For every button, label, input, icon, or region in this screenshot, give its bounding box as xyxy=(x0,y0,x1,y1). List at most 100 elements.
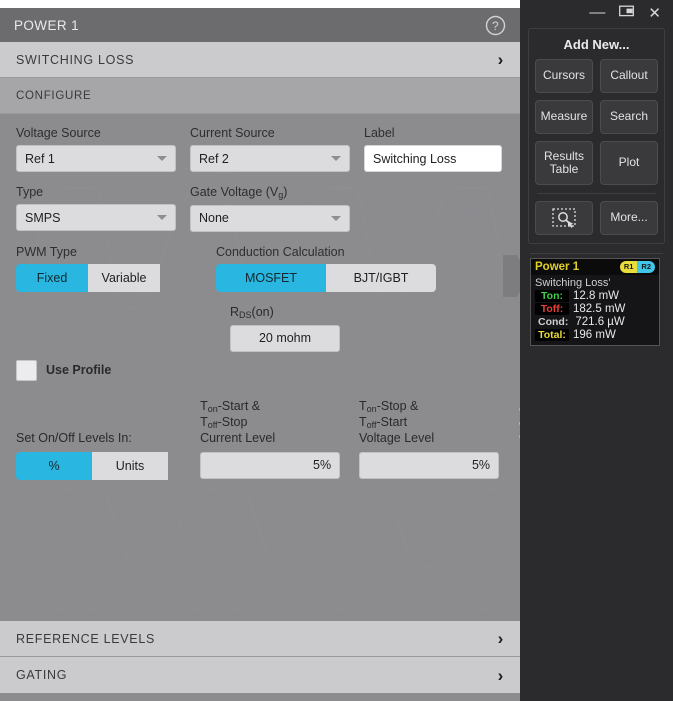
type-value: SMPS xyxy=(25,211,60,225)
add-new-secondary-grid: More... xyxy=(535,201,658,235)
current-source-label: Current Source xyxy=(190,126,350,140)
badge-body: Switching Loss' Ton: 12.8 mW Toff: 182.5… xyxy=(531,275,659,345)
total-value: 196 mW xyxy=(573,329,616,341)
voltage-level-l1-main: T xyxy=(359,399,367,413)
measurement-badge[interactable]: Power 1 R1 R2 Switching Loss' Ton: 12.8 … xyxy=(530,258,660,346)
source-chips: R1 R2 xyxy=(620,261,655,272)
panel-title-bar: POWER 1 ? xyxy=(0,8,520,42)
results-table-button[interactable]: Results Table xyxy=(535,141,593,185)
set-levels-in-label: Set On/Off Levels In: xyxy=(16,399,186,447)
set-levels-in-field: Set On/Off Levels In: % Units xyxy=(16,399,186,480)
window-controls: — ✕ xyxy=(520,0,673,26)
chevron-right-icon: › xyxy=(498,667,504,684)
add-new-panel: Add New... Cursors Callout Measure Searc… xyxy=(528,28,665,244)
current-level-l1-main: T xyxy=(200,399,208,413)
voltage-level-field: Ton-Stop &Toff-StartVoltage Level 5% xyxy=(359,399,504,480)
chevron-right-icon: › xyxy=(498,51,504,68)
pwm-type-field: PWM Type Fixed Variable xyxy=(16,245,176,292)
conduction-calculation-toggle: MOSFET BJT/IGBT xyxy=(216,264,436,292)
badge-row-cond: Cond: 721.6 µW xyxy=(535,316,655,328)
section-reference-levels-label: REFERENCE LEVELS xyxy=(16,632,155,646)
levels-row: Set On/Off Levels In: % Units Ton-Start … xyxy=(16,399,504,480)
pwm-type-option-fixed[interactable]: Fixed xyxy=(16,264,88,292)
use-profile-checkbox[interactable] xyxy=(16,360,37,381)
svg-text:?: ? xyxy=(492,19,499,33)
rds-on-input[interactable]: 20 mohm xyxy=(230,325,340,352)
voltage-level-input[interactable]: 5% xyxy=(359,452,499,479)
help-circle-icon[interactable]: ? xyxy=(485,15,506,36)
conduction-calculation-field: Conduction Calculation MOSFET BJT/IGBT xyxy=(216,245,436,292)
gate-voltage-label: Gate Voltage (Vg) xyxy=(190,185,350,200)
current-level-value: 5% xyxy=(313,458,331,472)
page-title: POWER 1 xyxy=(14,18,79,33)
rds-row: RDS(on) 20 mohm xyxy=(16,305,504,352)
cond-value: 721.6 µW xyxy=(575,316,624,328)
more-button[interactable]: More... xyxy=(600,201,658,235)
label-field-label: Label xyxy=(364,126,502,140)
plot-button[interactable]: Plot xyxy=(600,141,658,185)
zoom-box-icon-button[interactable] xyxy=(535,201,593,235)
conduction-option-mosfet[interactable]: MOSFET xyxy=(216,264,326,292)
rds-on-label: RDS(on) xyxy=(230,305,340,320)
sidebar-divider xyxy=(537,193,656,194)
use-profile-label: Use Profile xyxy=(46,363,111,377)
voltage-level-l3: Voltage Level xyxy=(359,431,434,445)
badge-row-ton: Ton: 12.8 mW xyxy=(535,290,655,302)
current-level-input[interactable]: 5% xyxy=(200,452,340,479)
ton-tag: Ton: xyxy=(535,290,569,302)
current-source-field: Current Source Ref 2 xyxy=(190,126,350,172)
sidebar-divider-2 xyxy=(530,253,663,254)
use-profile-checkbox-row[interactable]: Use Profile xyxy=(16,360,111,381)
rds-on-value: 20 mohm xyxy=(259,331,311,345)
callout-button[interactable]: Callout xyxy=(600,59,658,93)
voltage-level-l1-end: -Stop & xyxy=(377,399,419,413)
cursors-button[interactable]: Cursors xyxy=(535,59,593,93)
pwm-conduction-row: PWM Type Fixed Variable Conduction Calcu… xyxy=(16,245,504,292)
badge-row-total: Total: 196 mW xyxy=(535,329,655,341)
set-levels-option-percent[interactable]: % xyxy=(16,452,92,480)
measure-button[interactable]: Measure xyxy=(535,100,593,134)
section-gating[interactable]: GATING › xyxy=(0,657,520,693)
sources-row: Voltage Source Ref 1 Current Source Ref … xyxy=(16,126,504,172)
conduction-calculation-label: Conduction Calculation xyxy=(216,245,436,259)
section-configure-label: CONFIGURE xyxy=(16,90,91,102)
total-tag: Total: xyxy=(535,329,569,341)
chevron-down-icon xyxy=(157,156,167,161)
pwm-type-toggle: Fixed Variable xyxy=(16,264,176,292)
current-source-value: Ref 2 xyxy=(199,152,229,166)
voltage-level-l1-sub: on xyxy=(367,404,377,414)
section-gating-label: GATING xyxy=(16,668,67,682)
current-level-field: Ton-Start &Toff-StopCurrent Level 5% xyxy=(200,399,345,480)
search-button[interactable]: Search xyxy=(600,100,658,134)
rds-on-label-main: R xyxy=(230,305,239,319)
gate-voltage-value: None xyxy=(199,211,229,225)
voltage-source-select[interactable]: Ref 1 xyxy=(16,145,176,172)
current-level-l1-sub: on xyxy=(208,404,218,414)
rds-on-label-sub: DS xyxy=(239,310,252,320)
gate-voltage-field: Gate Voltage (Vg) None xyxy=(190,185,350,232)
voltage-source-label: Voltage Source xyxy=(16,126,176,140)
chevron-down-icon xyxy=(331,156,341,161)
pwm-type-option-variable[interactable]: Variable xyxy=(88,264,160,292)
current-level-l2-sub: off xyxy=(208,420,218,430)
label-input[interactable]: Switching Loss xyxy=(364,145,502,172)
type-select[interactable]: SMPS xyxy=(16,204,176,231)
conduction-option-bjt-igbt[interactable]: BJT/IGBT xyxy=(326,264,436,292)
section-switching-loss[interactable]: SWITCHING LOSS › xyxy=(0,42,520,78)
section-reference-levels[interactable]: REFERENCE LEVELS › xyxy=(0,621,520,657)
pwm-type-label: PWM Type xyxy=(16,245,176,259)
voltage-level-label: Ton-Stop &Toff-StartVoltage Level xyxy=(359,399,504,447)
minimize-icon[interactable]: — xyxy=(589,4,605,22)
set-levels-option-units[interactable]: Units xyxy=(92,452,168,480)
current-source-select[interactable]: Ref 2 xyxy=(190,145,350,172)
section-configure[interactable]: CONFIGURE xyxy=(0,78,520,114)
gate-voltage-select[interactable]: None xyxy=(190,205,350,232)
type-label: Type xyxy=(16,185,176,199)
use-profile-row: Use Profile xyxy=(16,360,504,381)
rds-on-label-end: (on) xyxy=(252,305,274,319)
gate-voltage-label-main: Gate Voltage (V xyxy=(190,185,278,199)
restore-icon[interactable] xyxy=(619,4,634,22)
toff-tag: Toff: xyxy=(535,303,569,315)
close-icon[interactable]: ✕ xyxy=(648,4,661,22)
voltage-level-l2-sub: off xyxy=(367,420,377,430)
